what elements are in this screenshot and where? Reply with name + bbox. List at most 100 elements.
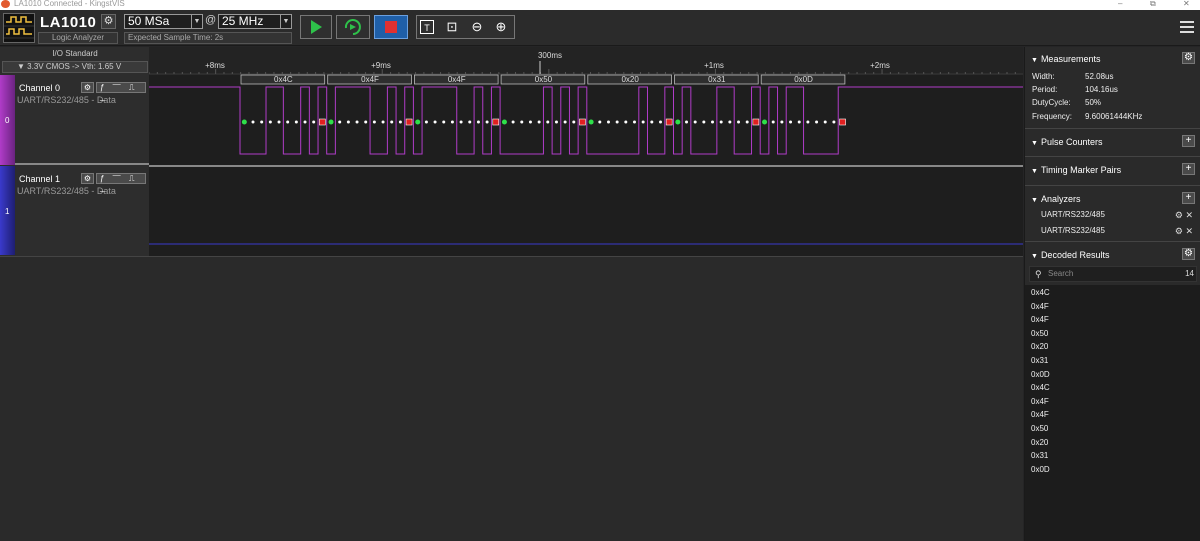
decoded-result-item[interactable]: 0x50 bbox=[1031, 424, 1048, 433]
data-bit-dot bbox=[260, 120, 264, 124]
decoded-result-item[interactable]: 0x31 bbox=[1031, 356, 1048, 365]
data-bit-dot bbox=[771, 120, 775, 124]
packet-label: 0x4F bbox=[448, 75, 466, 84]
at-sign: @ bbox=[205, 14, 217, 26]
channel-settings-gear-icon[interactable]: ⚙ bbox=[81, 173, 94, 184]
sample-depth-select[interactable]: 50 MSa ▼ bbox=[124, 14, 203, 29]
data-bit-dot bbox=[554, 120, 558, 124]
analyzer-actions[interactable]: ⚙ ✕ bbox=[1175, 210, 1193, 221]
data-bit-dot bbox=[737, 120, 741, 124]
channel-name[interactable]: Channel 1 bbox=[19, 174, 60, 184]
device-logo-icon bbox=[3, 13, 35, 43]
analyzer-item[interactable]: UART/RS232/485 ⚙ ✕ bbox=[1041, 226, 1193, 237]
stop-button[interactable] bbox=[374, 15, 408, 39]
stop-bit-marker bbox=[752, 118, 760, 126]
text-tool-icon[interactable]: T bbox=[420, 20, 434, 34]
data-bit-dot bbox=[468, 120, 472, 124]
analyzers-header[interactable]: ▼ Analyzers bbox=[1031, 194, 1080, 204]
maximize-button[interactable]: ⧉ bbox=[1150, 0, 1156, 8]
channel-name[interactable]: Channel 0 bbox=[19, 83, 60, 93]
data-bit-dot bbox=[780, 120, 784, 124]
waveform-view[interactable]: 300ms +8ms +9ms +1ms +2ms 0x4C 0x4F 0x4F 0x… bbox=[148, 47, 1023, 256]
timing-marker-pairs-header[interactable]: ▼ Timing Marker Pairs bbox=[1031, 165, 1121, 175]
data-bit-dot bbox=[520, 120, 524, 124]
data-bit-dot bbox=[372, 120, 376, 124]
decoded-result-item[interactable]: 0x31 bbox=[1031, 451, 1048, 460]
data-bit-dot bbox=[658, 120, 662, 124]
decoded-results-settings-gear-icon[interactable]: ⚙ bbox=[1182, 248, 1195, 260]
start-bit-dot bbox=[241, 119, 247, 125]
decoded-results-list[interactable]: 0x4C 0x4F 0x4F 0x50 0x20 0x31 0x0D 0x4C 0x4F 0x4F… bbox=[1025, 285, 1200, 541]
data-bit-dot bbox=[511, 120, 515, 124]
analyzer-item[interactable]: UART/RS232/485 ⚙ ✕ bbox=[1041, 210, 1193, 221]
decoded-result-item[interactable]: 0x4F bbox=[1031, 410, 1049, 419]
channel-panel: I/O Standard ▼ 3.3V CMOS -> Vth: 1.65 V … bbox=[0, 47, 149, 256]
measurements-settings-gear-icon[interactable]: ⚙ bbox=[1182, 52, 1195, 64]
zoom-tool-group: T ⊡ ⊖ ⊕ bbox=[416, 15, 515, 39]
data-bit-dot bbox=[355, 120, 359, 124]
zoom-fit-icon[interactable]: ⊡ bbox=[444, 19, 460, 35]
channel-row-1[interactable]: 1 Channel 1 UART/RS232/485 - Data ⚙ ƒ ⎺ … bbox=[0, 166, 149, 255]
run-button[interactable] bbox=[300, 15, 332, 39]
minimize-button[interactable]: – bbox=[1118, 0, 1122, 8]
add-analyzer-button[interactable]: + bbox=[1182, 192, 1195, 204]
zoom-out-icon[interactable]: ⊖ bbox=[469, 19, 485, 35]
decoded-result-item[interactable]: 0x4F bbox=[1031, 302, 1049, 311]
data-bit-dot bbox=[632, 120, 636, 124]
decoded-result-item[interactable]: 0x0D bbox=[1031, 370, 1050, 379]
decoded-result-item[interactable]: 0x20 bbox=[1031, 438, 1048, 447]
pulse-counters-header[interactable]: ▼ Pulse Counters bbox=[1031, 137, 1102, 147]
data-bit-dot bbox=[277, 120, 281, 124]
analyzer-actions[interactable]: ⚙ ✕ bbox=[1175, 226, 1193, 237]
data-bit-dot bbox=[815, 120, 819, 124]
device-settings-gear-icon[interactable]: ⚙ bbox=[101, 14, 116, 29]
data-bit-dot bbox=[832, 120, 836, 124]
sample-rate-select[interactable]: 25 MHz ▼ bbox=[218, 14, 292, 29]
add-pulse-counter-button[interactable]: + bbox=[1182, 135, 1195, 147]
decoded-search-input[interactable]: ⚲ Search bbox=[1029, 266, 1197, 282]
zoom-in-icon[interactable]: ⊕ bbox=[493, 19, 509, 35]
io-standard-select[interactable]: ▼ 3.3V CMOS -> Vth: 1.65 V bbox=[2, 61, 148, 73]
data-bit-dot bbox=[346, 120, 350, 124]
decoded-results-header[interactable]: ▼ Decoded Results bbox=[1031, 250, 1109, 260]
app-icon bbox=[1, 0, 10, 8]
start-bit-dot bbox=[501, 119, 507, 125]
expand-triangle-icon: ▼ bbox=[1031, 253, 1038, 260]
packet-label: 0x20 bbox=[621, 75, 639, 84]
start-bit-dot bbox=[588, 119, 594, 125]
search-icon: ⚲ bbox=[1035, 269, 1042, 279]
trigger-edge-buttons[interactable]: ƒ ⎺ ⎍ _ bbox=[96, 82, 146, 101]
decoded-result-item[interactable]: 0x50 bbox=[1031, 329, 1048, 338]
packet-label: 0x50 bbox=[535, 75, 553, 84]
close-button[interactable]: ✕ bbox=[1183, 0, 1190, 8]
decoded-result-item[interactable]: 0x4F bbox=[1031, 315, 1049, 324]
data-bit-dot bbox=[693, 120, 697, 124]
start-bit-dot bbox=[415, 119, 421, 125]
menu-hamburger-icon[interactable] bbox=[1180, 21, 1194, 35]
right-panel: ▼ Measurements ⚙ Width: 52.08us Period: 104… bbox=[1024, 47, 1200, 541]
data-bit-dot bbox=[476, 120, 480, 124]
waveform-canvas[interactable]: 300ms +8ms +9ms +1ms +2ms 0x4C 0x4F 0x4F 0x… bbox=[148, 47, 1023, 256]
expand-triangle-icon: ▼ bbox=[1031, 57, 1038, 64]
measurements-header[interactable]: ▼ Measurements bbox=[1031, 54, 1100, 64]
channel-row-0[interactable]: 0 Channel 0 UART/RS232/485 - Data ⚙ ƒ ⎺ … bbox=[0, 75, 149, 165]
decoded-result-item[interactable]: 0x20 bbox=[1031, 342, 1048, 351]
channel-index: 0 bbox=[5, 116, 10, 125]
decoded-result-item[interactable]: 0x0D bbox=[1031, 465, 1050, 474]
decoded-result-item[interactable]: 0x4F bbox=[1031, 397, 1049, 406]
empty-workspace bbox=[0, 256, 1023, 541]
decoded-result-item[interactable]: 0x4C bbox=[1031, 288, 1050, 297]
trigger-edge-buttons[interactable]: ƒ ⎺ ⎍ _ bbox=[96, 173, 146, 192]
chevron-down-icon: ▼ bbox=[280, 15, 291, 28]
data-bit-dot bbox=[528, 120, 532, 124]
start-bit-dot bbox=[675, 119, 681, 125]
packet-label: 0x31 bbox=[708, 75, 726, 84]
data-bit-dot bbox=[806, 120, 810, 124]
repeat-run-button[interactable] bbox=[336, 15, 370, 39]
channel-settings-gear-icon[interactable]: ⚙ bbox=[81, 82, 94, 93]
data-bit-dot bbox=[728, 120, 732, 124]
add-timing-marker-button[interactable]: + bbox=[1182, 163, 1195, 175]
chevron-down-icon: ▼ bbox=[191, 15, 202, 28]
data-bit-dot bbox=[312, 120, 316, 124]
decoded-result-item[interactable]: 0x4C bbox=[1031, 383, 1050, 392]
